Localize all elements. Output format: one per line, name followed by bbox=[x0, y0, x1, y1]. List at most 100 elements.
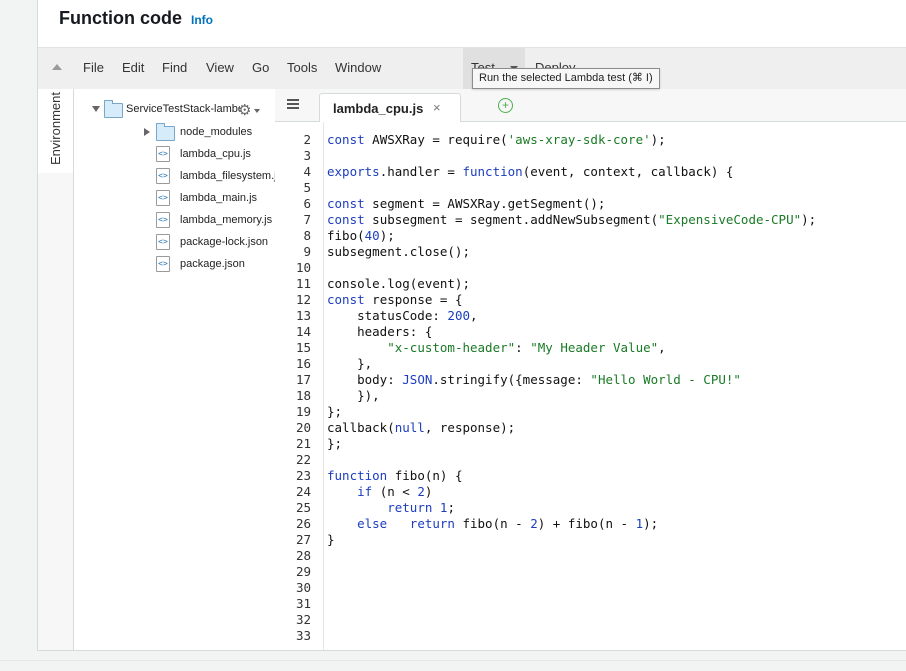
code-line[interactable]: 26 else return fibo(n - 2) + fibo(n - 1)… bbox=[275, 516, 906, 532]
code-line[interactable]: 16 }, bbox=[275, 356, 906, 372]
code-line[interactable]: 23 function fibo(n) { bbox=[275, 468, 906, 484]
menu-window[interactable]: Window bbox=[335, 60, 381, 75]
chevron-down-icon[interactable] bbox=[254, 109, 260, 113]
code-line[interactable]: 32 bbox=[275, 612, 906, 628]
code-line[interactable]: 21}; bbox=[275, 436, 906, 452]
menu-find[interactable]: Find bbox=[162, 60, 187, 75]
close-icon[interactable]: × bbox=[433, 100, 441, 115]
code-editor[interactable]: 2 const AWSXRay = require('aws-xray-sdk-c… bbox=[275, 122, 906, 650]
code-line[interactable]: 7 const subsegment = segment.addNewSubseg… bbox=[275, 212, 906, 228]
tab-list-icon[interactable] bbox=[287, 99, 299, 109]
menu-tools[interactable]: Tools bbox=[287, 60, 317, 75]
expand-arrow-icon[interactable] bbox=[92, 106, 100, 112]
code-text: return 1; bbox=[387, 500, 455, 515]
code-line[interactable]: 25 return 1; bbox=[275, 500, 906, 516]
code-line[interactable]: 31 bbox=[275, 596, 906, 612]
code-line[interactable]: 2 const AWSXRay = require('aws-xray-sdk-c… bbox=[275, 132, 906, 148]
code-text: }; bbox=[327, 404, 343, 419]
code-line[interactable]: 24 if (n < 2) bbox=[275, 484, 906, 500]
tree-item-file[interactable]: <> lambda_memory.js bbox=[74, 210, 274, 230]
line-number: 31 bbox=[295, 596, 311, 611]
tree-root-item[interactable]: ServiceTestStack-lambdaPerfomance... ⚙ bbox=[92, 100, 272, 120]
json-file-icon: <> bbox=[156, 234, 170, 250]
code-text: }), bbox=[327, 388, 380, 403]
line-number: 2 bbox=[303, 132, 311, 147]
line-number: 30 bbox=[295, 580, 311, 595]
code-line[interactable]: 4 exports.handler = function(event, conte… bbox=[275, 164, 906, 180]
gear-icon[interactable]: ⚙ bbox=[238, 101, 251, 119]
code-line[interactable]: 8 fibo(40); bbox=[275, 228, 906, 244]
page-title: Function code bbox=[59, 8, 182, 28]
code-text: console.log(event); bbox=[327, 276, 470, 291]
code-line[interactable]: 6 const segment = AWSXRay.getSegment(); bbox=[275, 196, 906, 212]
code-line[interactable]: 5 bbox=[275, 180, 906, 196]
code-line[interactable]: 28 bbox=[275, 548, 906, 564]
tree-item-file[interactable]: <> package-lock.json bbox=[74, 232, 274, 252]
tree-item-label: lambda_filesystem.js bbox=[180, 170, 283, 182]
code-text: if (n < 2) bbox=[357, 484, 433, 499]
code-text: "x-custom-header": "My Header Value", bbox=[387, 340, 666, 355]
code-text: callback(null, response); bbox=[327, 420, 516, 435]
code-line[interactable]: 30 bbox=[275, 580, 906, 596]
tree-item-label: package.json bbox=[180, 258, 245, 270]
menu-go[interactable]: Go bbox=[252, 60, 269, 75]
code-line[interactable]: 27} bbox=[275, 532, 906, 548]
collapse-menu-icon[interactable] bbox=[52, 64, 62, 70]
code-line[interactable]: 29 bbox=[275, 564, 906, 580]
function-code-panel: Function code Info File Edit Find View G… bbox=[37, 0, 906, 651]
js-file-icon: <> bbox=[156, 168, 170, 184]
code-line[interactable]: 15 "x-custom-header": "My Header Value", bbox=[275, 340, 906, 356]
code-line[interactable]: 17 body: JSON.stringify({message: "Hello… bbox=[275, 372, 906, 388]
line-number: 14 bbox=[295, 324, 311, 339]
line-number: 6 bbox=[303, 196, 311, 211]
code-line[interactable]: 11 console.log(event); bbox=[275, 276, 906, 292]
code-line[interactable]: 3 bbox=[275, 148, 906, 164]
code-line[interactable]: 12 const response = { bbox=[275, 292, 906, 308]
code-line[interactable]: 33 bbox=[275, 628, 906, 644]
code-line[interactable]: 20 callback(null, response); bbox=[275, 420, 906, 436]
environment-tab-label: Environment bbox=[48, 92, 63, 165]
line-number: 20 bbox=[295, 420, 311, 435]
line-number: 11 bbox=[295, 276, 311, 291]
editor-tab-bar: lambda_cpu.js × + bbox=[275, 89, 906, 123]
tree-item-node-modules[interactable]: node_modules bbox=[74, 122, 274, 142]
environment-tab[interactable]: Environment bbox=[38, 89, 73, 173]
collapsed-arrow-icon[interactable] bbox=[144, 128, 150, 136]
code-line[interactable]: 10 bbox=[275, 260, 906, 276]
info-link[interactable]: Info bbox=[191, 13, 213, 27]
line-number: 19 bbox=[295, 404, 311, 419]
line-number: 4 bbox=[303, 164, 311, 179]
js-file-icon: <> bbox=[156, 146, 170, 162]
tree-item-file[interactable]: <> package.json bbox=[74, 254, 274, 274]
code-line[interactable]: 19}; bbox=[275, 404, 906, 420]
code-text: const AWSXRay = require('aws-xray-sdk-co… bbox=[327, 132, 666, 147]
code-line[interactable]: 13 statusCode: 200, bbox=[275, 308, 906, 324]
code-text: const subsegment = segment.addNewSubsegm… bbox=[327, 212, 817, 227]
line-number: 17 bbox=[295, 372, 311, 387]
line-number: 13 bbox=[295, 308, 311, 323]
code-line[interactable]: 9 subsegment.close(); bbox=[275, 244, 906, 260]
menu-file[interactable]: File bbox=[83, 60, 104, 75]
line-number: 25 bbox=[295, 500, 311, 515]
code-text: statusCode: 200, bbox=[327, 308, 478, 323]
line-number: 32 bbox=[295, 612, 311, 627]
tree-item-file[interactable]: <> lambda_filesystem.js bbox=[74, 166, 282, 186]
panel-header: Function code Info bbox=[59, 8, 213, 32]
code-line[interactable]: 22 bbox=[275, 452, 906, 468]
tab-label: lambda_cpu.js bbox=[333, 101, 424, 116]
menu-view[interactable]: View bbox=[206, 60, 234, 75]
code-line[interactable]: 14 headers: { bbox=[275, 324, 906, 340]
line-number: 7 bbox=[303, 212, 311, 227]
tab-lambda-cpu[interactable]: lambda_cpu.js × bbox=[319, 93, 461, 123]
file-tree: ServiceTestStack-lambdaPerfomance... ⚙ n… bbox=[74, 89, 282, 650]
tree-item-file[interactable]: <> lambda_main.js bbox=[74, 188, 274, 208]
code-line[interactable]: 18 }), bbox=[275, 388, 906, 404]
add-tab-icon[interactable]: + bbox=[498, 98, 513, 113]
tree-item-file[interactable]: <> lambda_cpu.js bbox=[74, 144, 274, 164]
code-text: const segment = AWSXRay.getSegment(); bbox=[327, 196, 606, 211]
line-number: 26 bbox=[295, 516, 311, 531]
code-text: headers: { bbox=[327, 324, 433, 339]
menu-edit[interactable]: Edit bbox=[122, 60, 144, 75]
line-number: 22 bbox=[295, 452, 311, 467]
json-file-icon: <> bbox=[156, 256, 170, 272]
